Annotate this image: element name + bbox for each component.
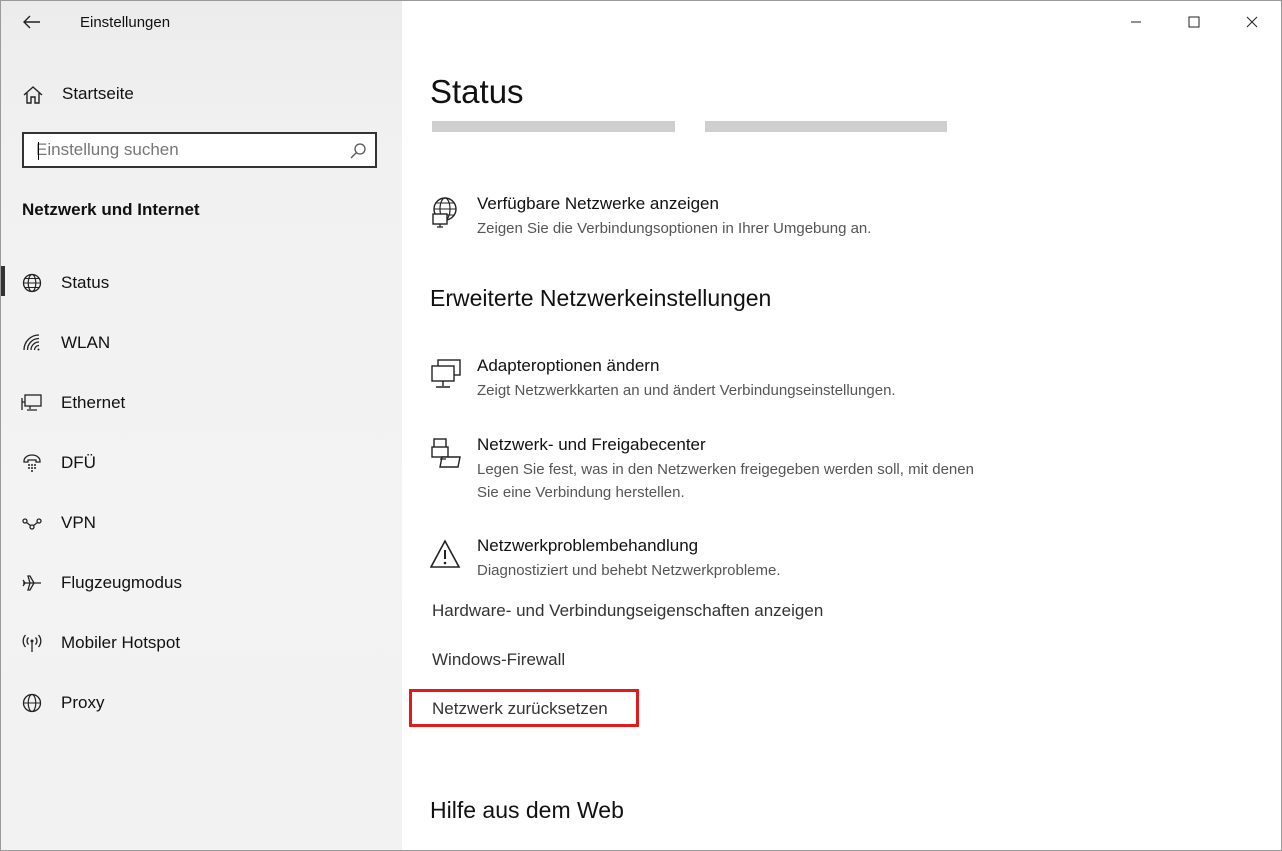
- sidebar-item-label: Flugzeugmodus: [61, 573, 182, 592]
- titlebar-left: Einstellungen: [1, 1, 402, 45]
- adapter-icon: [431, 359, 461, 388]
- sidebar-item-status[interactable]: Status: [1, 260, 402, 306]
- sidebar-item-label: VPN: [61, 513, 96, 532]
- web-help-heading: Hilfe aus dem Web: [430, 797, 624, 823]
- advanced-settings-heading: Erweiterte Netzwerkeinstellungen: [430, 285, 772, 311]
- troubleshooter-link[interactable]: Netzwerkproblembehandlung Diagnostiziert…: [430, 536, 1030, 584]
- windows-firewall-link[interactable]: Windows-Firewall: [432, 650, 565, 670]
- back-button[interactable]: [15, 7, 49, 37]
- back-arrow-icon: [23, 15, 40, 29]
- ethernet-icon: [21, 394, 42, 411]
- sidebar-item-mobiler-hotspot[interactable]: Mobiler Hotspot: [1, 620, 402, 666]
- hotspot-icon: [22, 634, 42, 652]
- link-title: Netzwerk- und Freigabecenter: [477, 435, 706, 454]
- link-description: Diagnostiziert und behebt Netzwerkproble…: [477, 562, 781, 579]
- search-input[interactable]: [36, 134, 336, 166]
- truncated-button-right[interactable]: [705, 121, 947, 132]
- sidebar-item-proxy[interactable]: Proxy: [1, 680, 402, 726]
- globe-monitor-icon: [432, 197, 457, 228]
- vpn-icon: [22, 518, 42, 530]
- warning-icon: [430, 539, 461, 568]
- highlight-annotation: [409, 689, 639, 727]
- link-title: Adapteroptionen ändern: [477, 356, 660, 375]
- sidebar-section-title: Netzwerk und Internet: [22, 200, 200, 219]
- app-title: Einstellungen: [80, 14, 171, 31]
- sidebar-item-vpn[interactable]: VPN: [1, 500, 402, 546]
- wifi-icon: [23, 334, 40, 351]
- sidebar-item-label: Proxy: [61, 693, 105, 712]
- sidebar-item-ethernet[interactable]: Ethernet: [1, 380, 402, 426]
- text-caret: [38, 142, 39, 160]
- sidebar-item-label: DFÜ: [61, 453, 96, 472]
- available-networks-link[interactable]: Verfügbare Netzwerke anzeigen Zeigen Sie…: [430, 194, 1030, 242]
- sidebar-item-label: Ethernet: [61, 393, 126, 412]
- selection-indicator: [1, 266, 5, 296]
- link-description: Legen Sie fest, was in den Netzwerken fr…: [477, 461, 974, 501]
- sidebar-item-label: WLAN: [61, 333, 111, 352]
- sharing-center-icon: [431, 438, 461, 468]
- sharing-center-link[interactable]: Netzwerk- und Freigabecenter Legen Sie f…: [430, 435, 1030, 505]
- proxy-globe-icon: [22, 693, 42, 713]
- airplane-icon: [22, 575, 41, 591]
- home-label: Startseite: [62, 84, 134, 103]
- adapter-options-link[interactable]: Adapteroptionen ändern Zeigt Netzwerkkar…: [430, 356, 1030, 404]
- link-description: Zeigt Netzwerkkarten an und ändert Verbi…: [477, 382, 896, 399]
- globe-icon: [22, 273, 42, 293]
- truncated-button-left[interactable]: [432, 121, 675, 132]
- page-title: Status: [430, 73, 524, 110]
- sidebar-item-label: Mobiler Hotspot: [61, 633, 181, 652]
- sidebar-item-dfu[interactable]: DFÜ: [1, 440, 402, 486]
- home-link[interactable]: Startseite: [1, 77, 402, 111]
- link-title: Verfügbare Netzwerke anzeigen: [477, 194, 719, 213]
- sidebar: Einstellungen Startseite Netzwerk und In…: [1, 1, 402, 850]
- link-description: Zeigen Sie die Verbindungsoptionen in Ih…: [477, 220, 872, 237]
- sidebar-item-wlan[interactable]: WLAN: [1, 320, 402, 366]
- link-title: Netzwerkproblembehandlung: [477, 536, 699, 555]
- settings-window: Einstellungen Startseite Netzwerk und In…: [0, 0, 1282, 851]
- search-icon[interactable]: [349, 142, 367, 160]
- hardware-properties-link[interactable]: Hardware- und Verbindungseigenschaften a…: [432, 601, 823, 621]
- dialup-icon: [23, 454, 41, 472]
- home-icon: [23, 86, 43, 104]
- sidebar-item-label: Status: [61, 273, 110, 292]
- sidebar-item-flugzeugmodus[interactable]: Flugzeugmodus: [1, 560, 402, 606]
- search-box[interactable]: [22, 132, 377, 168]
